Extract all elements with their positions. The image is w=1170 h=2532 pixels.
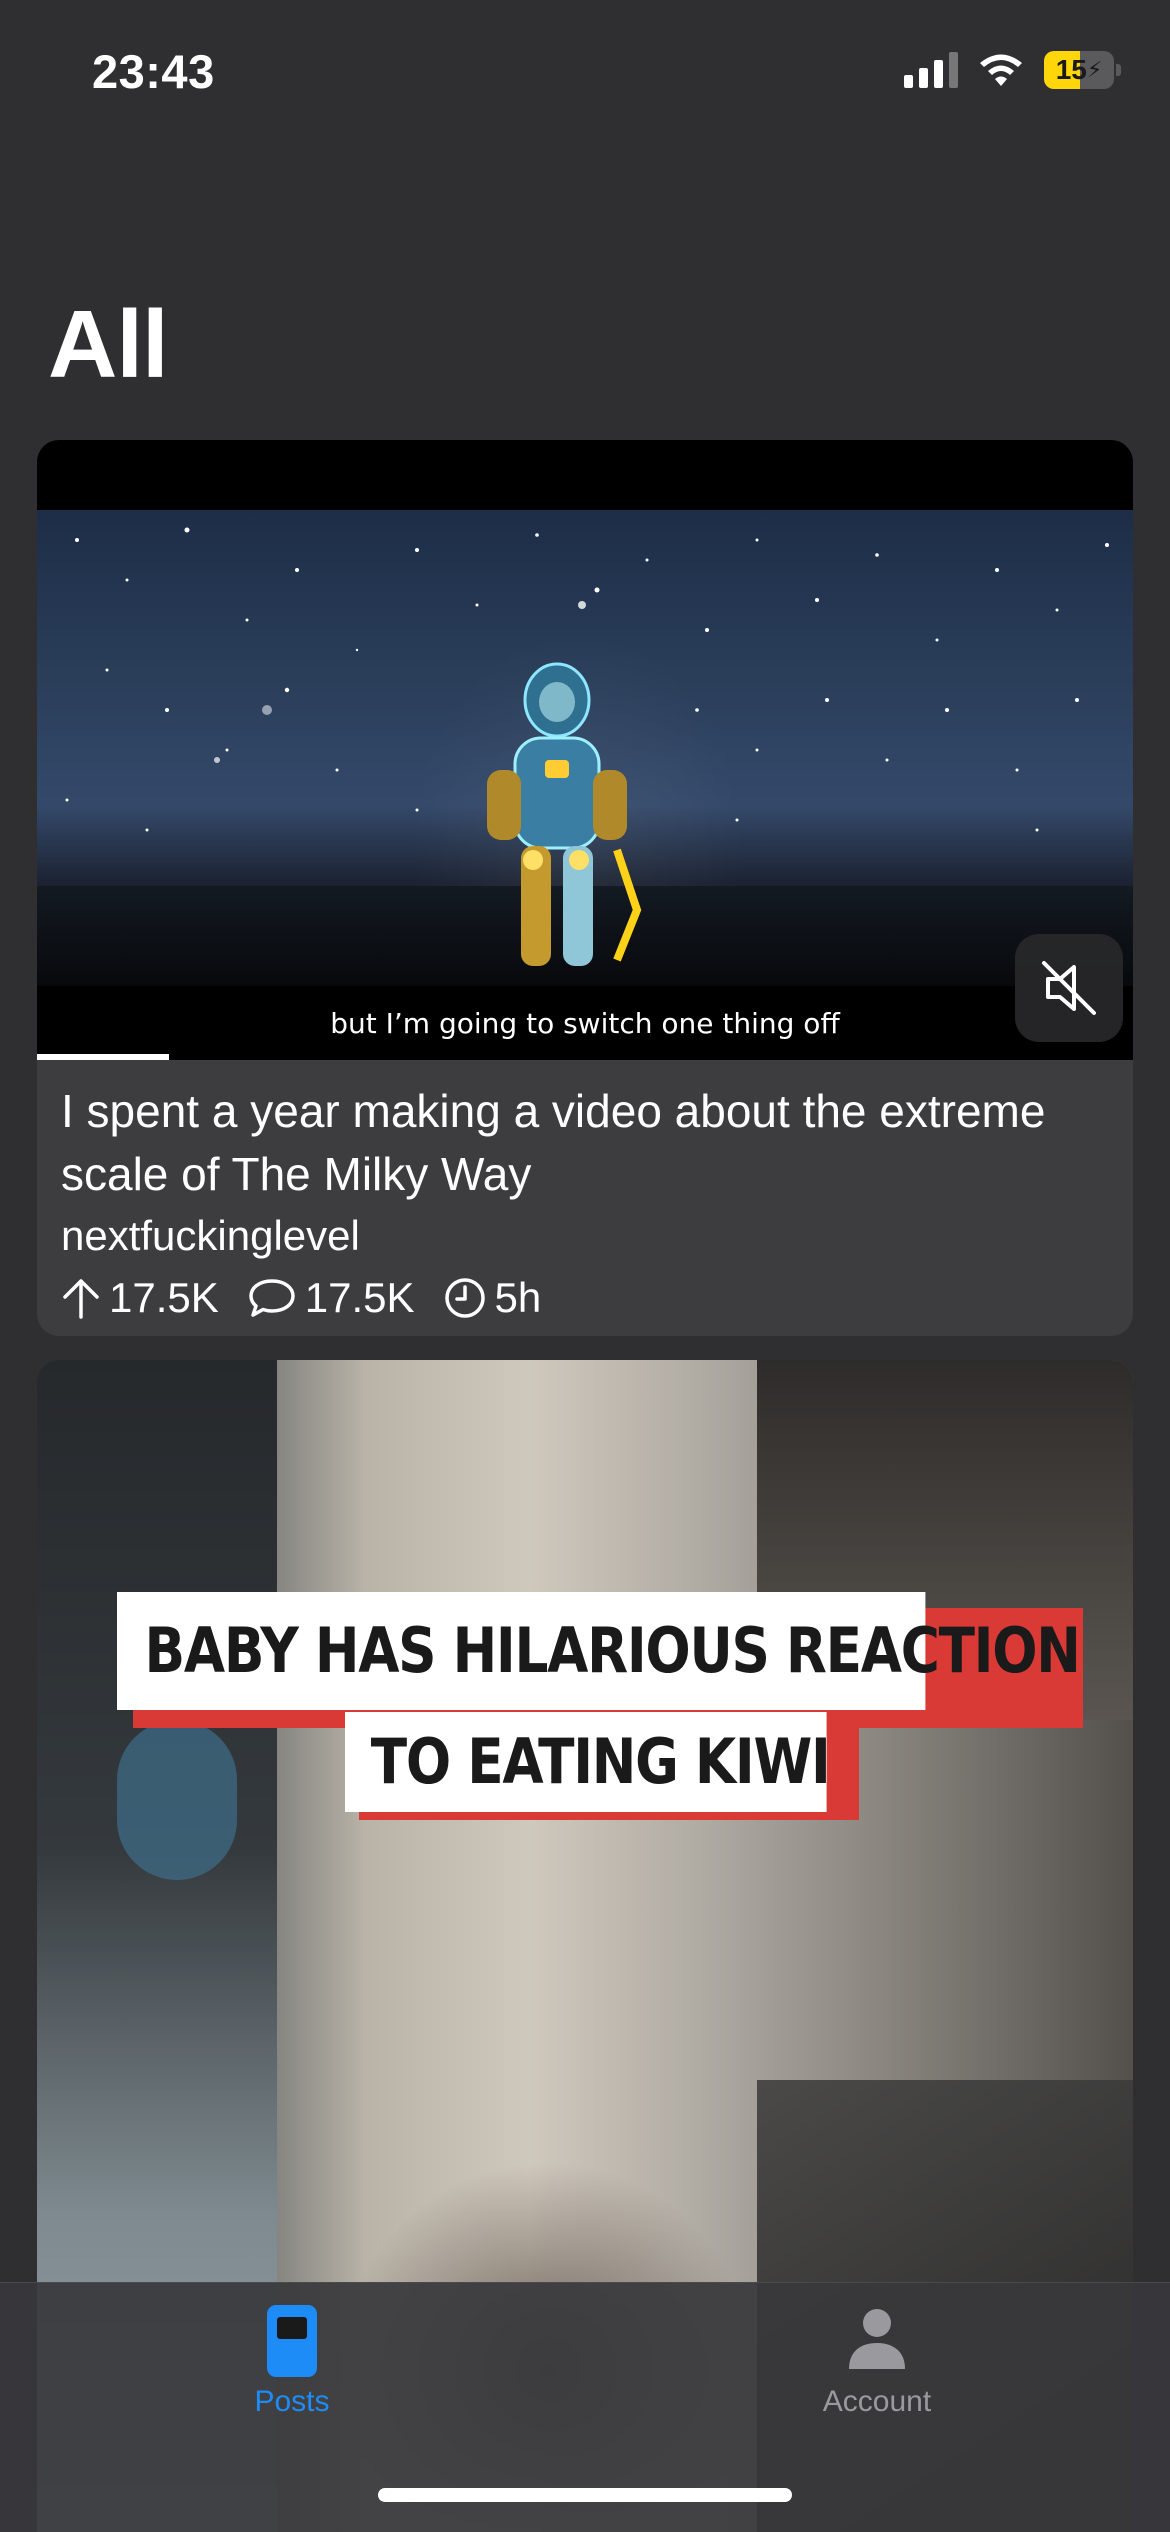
- thumbnail-blur-region: [117, 1720, 237, 1880]
- video-subtitle-bar: but I’m going to switch one thing off: [37, 986, 1133, 1060]
- phone-icon: [267, 2305, 317, 2377]
- tab-account[interactable]: Account: [727, 2303, 1027, 2419]
- person-icon: [849, 2309, 905, 2369]
- post-age: 5h: [494, 1274, 542, 1321]
- upvote-count-item[interactable]: 17.5K: [61, 1274, 219, 1322]
- mute-button[interactable]: [1015, 934, 1123, 1042]
- home-indicator[interactable]: [378, 2488, 792, 2502]
- speaker-muted-icon: [1042, 961, 1096, 1015]
- comment-count-item[interactable]: 17.5K: [247, 1274, 415, 1322]
- comment-count: 17.5K: [304, 1274, 415, 1321]
- cellular-signal-icon: [904, 52, 958, 88]
- post-age-item: 5h: [443, 1274, 542, 1322]
- clock-icon: [444, 1278, 485, 1318]
- tab-posts-label: Posts: [254, 2385, 330, 2418]
- post-title[interactable]: I spent a year making a video about the …: [61, 1080, 1101, 1206]
- status-time: 23:43: [92, 45, 215, 98]
- tab-account-label: Account: [822, 2385, 932, 2418]
- battery-icon: 15 ⚡: [1044, 51, 1121, 89]
- astronaut-figure: [487, 662, 642, 966]
- page-title: All: [48, 291, 169, 398]
- battery-level: 15: [1055, 54, 1087, 85]
- video-progress-fill: [37, 1054, 169, 1060]
- status-bar: 23:43 15 ⚡: [0, 0, 1170, 150]
- post-card[interactable]: but I’m going to switch one thing off I …: [37, 440, 1133, 1336]
- caption-line-1: BABY HAS HILARIOUS REACTION: [117, 1592, 1081, 1710]
- upvote-count: 17.5K: [109, 1274, 219, 1321]
- tab-posts[interactable]: Posts: [142, 2303, 442, 2419]
- arrow-up-icon: [63, 1279, 99, 1319]
- post-meta: 17.5K 17.5K 5h: [61, 1274, 1109, 1322]
- wifi-icon: [980, 54, 1022, 86]
- post-subreddit[interactable]: nextfuckinglevel: [61, 1206, 1109, 1266]
- video-player[interactable]: but I’m going to switch one thing off: [37, 440, 1133, 1060]
- status-icons: 15 ⚡: [904, 50, 1121, 90]
- comment-bubble-icon: [249, 1279, 295, 1317]
- video-thumbnail: [37, 510, 1133, 986]
- video-subtitle: but I’m going to switch one thing off: [330, 1006, 840, 1040]
- caption-line-2: TO EATING KIWI: [345, 1712, 831, 1812]
- video-progress-bar[interactable]: [37, 1054, 1133, 1060]
- screen: 23:43 15 ⚡ All but I’m going to switch o…: [0, 0, 1170, 2532]
